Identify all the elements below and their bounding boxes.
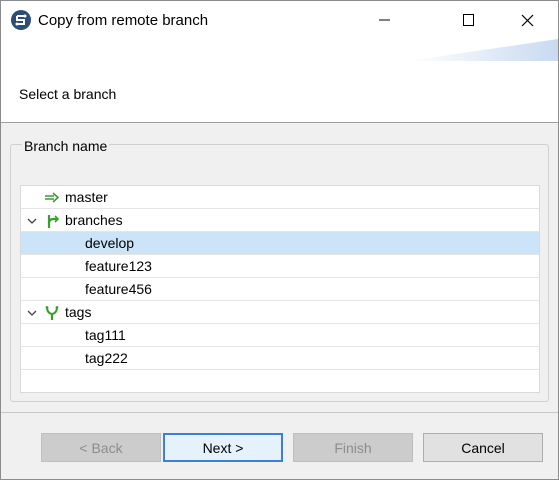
group-label: Branch name [22,138,110,154]
maximize-icon [463,14,474,26]
tree-row-master[interactable]: master [21,186,539,209]
maximize-button[interactable] [446,1,492,39]
tree-row-label: develop [85,235,135,251]
tree-row-label: tag222 [85,350,128,366]
chevron-down-icon[interactable] [26,214,38,226]
tree-row-label: master [65,189,108,205]
tree-row-tags[interactable]: tags [21,301,539,324]
footer-separator [1,412,558,413]
tree-row-develop[interactable]: develop [21,232,539,255]
tree-row-branches[interactable]: branches [21,209,539,232]
dialog-window: Copy from remote branch Select a branch … [0,0,559,480]
arrow-right-icon [44,190,60,206]
back-button[interactable]: < Back [41,433,161,462]
branch-tree[interactable]: master branches develop feature123 feature45… [20,185,540,393]
minimize-button[interactable] [377,1,423,39]
close-button[interactable] [504,1,550,39]
close-icon [521,14,534,27]
tree-row-label: feature123 [85,258,152,274]
title-bar[interactable]: Copy from remote branch [1,1,558,39]
tree-row-label: branches [65,212,123,228]
tree-row-tag222[interactable]: tag222 [21,347,539,370]
chevron-down-icon[interactable] [26,306,38,318]
finish-button[interactable]: Finish [293,433,413,462]
tag-fork-icon [44,305,60,321]
wizard-page-title: Select a branch [19,86,117,102]
next-button[interactable]: Next > [163,433,283,462]
tree-row-feature456[interactable]: feature456 [21,278,539,301]
tree-row-label: tags [65,304,92,320]
window-title: Copy from remote branch [38,12,209,29]
branch-icon [44,213,60,229]
cancel-button[interactable]: Cancel [423,433,543,462]
wizard-header: Select a branch [1,39,558,123]
talend-app-icon [11,10,31,30]
tree-row-label: feature456 [85,281,152,297]
minimize-icon [379,19,390,21]
tree-row-tag111[interactable]: tag111 [21,324,539,347]
header-banner-graphic [408,39,558,61]
tree-row-label: tag111 [85,327,126,343]
tree-row-feature123[interactable]: feature123 [21,255,539,278]
